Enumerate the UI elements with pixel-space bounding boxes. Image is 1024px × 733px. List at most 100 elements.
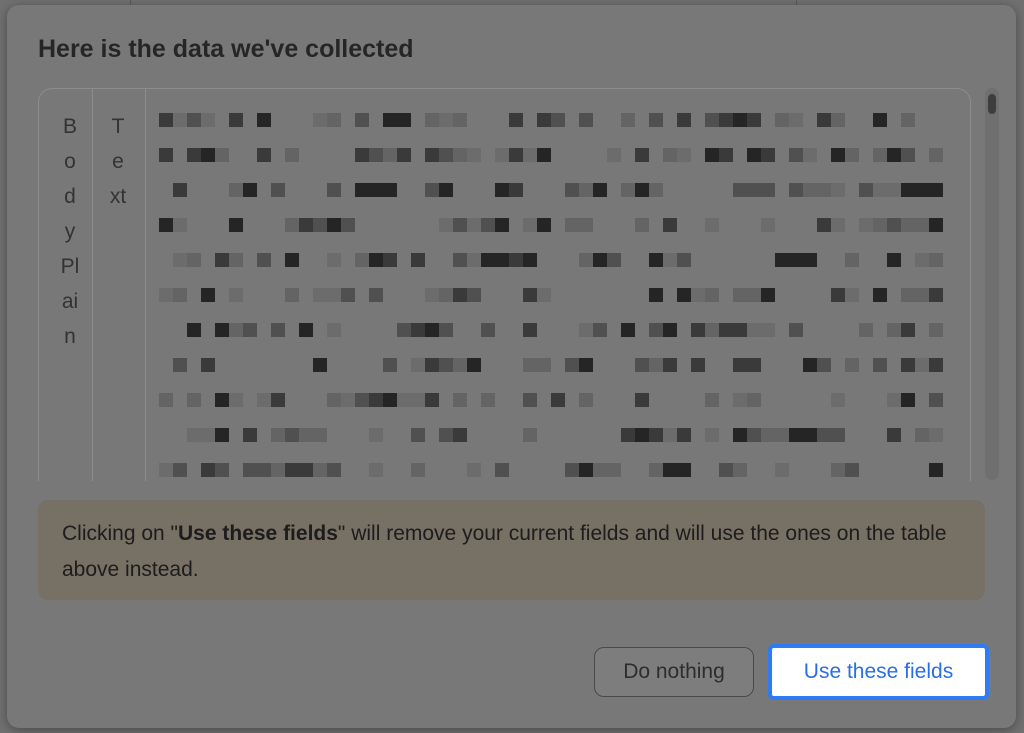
- redacted-pixel: [789, 428, 803, 442]
- redacted-pixel: [635, 148, 649, 162]
- redacted-pixel: [243, 183, 257, 197]
- redacted-pixel: [215, 463, 229, 477]
- redacted-pixel: [817, 113, 831, 127]
- redacted-pixel: [173, 218, 187, 232]
- redacted-pixel: [439, 183, 453, 197]
- redacted-pixel: [901, 183, 915, 197]
- redacted-pixel: [215, 428, 229, 442]
- redacted-pixel: [565, 463, 579, 477]
- redacted-pixel: [593, 253, 607, 267]
- redacted-pixel: [775, 428, 789, 442]
- redacted-pixel: [159, 148, 173, 162]
- redacted-pixel: [873, 358, 887, 372]
- redacted-pixel: [537, 113, 551, 127]
- redacted-pixel: [425, 183, 439, 197]
- redacted-pixel: [607, 253, 621, 267]
- collected-data-dialog: Here is the data we've collected B o d y…: [7, 5, 1016, 728]
- dialog-title: Here is the data we've collected: [38, 35, 414, 63]
- redacted-pixel: [817, 218, 831, 232]
- redacted-pixel: [523, 288, 537, 302]
- redacted-pixel: [439, 148, 453, 162]
- redacted-pixel: [929, 358, 943, 372]
- redacted-pixel: [523, 218, 537, 232]
- redacted-pixel: [733, 428, 747, 442]
- redacted-pixel: [915, 288, 929, 302]
- redacted-pixel: [327, 183, 341, 197]
- redacted-pixel: [705, 393, 719, 407]
- redacted-pixel: [733, 288, 747, 302]
- redacted-pixel: [313, 428, 327, 442]
- redacted-pixel: [313, 358, 327, 372]
- redacted-pixel: [887, 183, 901, 197]
- redacted-pixel: [761, 148, 775, 162]
- redacted-pixel: [579, 358, 593, 372]
- redacted-pixel: [481, 323, 495, 337]
- redacted-pixel: [369, 253, 383, 267]
- collected-data-table[interactable]: B o d y Pl ai n T e xt: [38, 88, 971, 481]
- redacted-pixel: [873, 288, 887, 302]
- redacted-pixel: [523, 323, 537, 337]
- redacted-pixel: [397, 113, 411, 127]
- redacted-pixel: [789, 113, 803, 127]
- redacted-pixel: [649, 113, 663, 127]
- redacted-pixel: [901, 323, 915, 337]
- redacted-pixel: [635, 428, 649, 442]
- redacted-pixel: [229, 113, 243, 127]
- redacted-pixel: [677, 428, 691, 442]
- redacted-pixel: [845, 463, 859, 477]
- redacted-pixel: [621, 183, 635, 197]
- redacted-pixel: [929, 148, 943, 162]
- redacted-pixel: [747, 358, 761, 372]
- redacted-pixel: [565, 183, 579, 197]
- redacted-pixel: [383, 113, 397, 127]
- redacted-pixel: [509, 113, 523, 127]
- redacted-pixel: [215, 148, 229, 162]
- redacted-pixel: [271, 463, 285, 477]
- redacted-pixel: [887, 218, 901, 232]
- redacted-pixel: [691, 288, 705, 302]
- redacted-pixel: [509, 148, 523, 162]
- redacted-pixel: [369, 428, 383, 442]
- redacted-pixel: [369, 183, 383, 197]
- redacted-pixel: [579, 218, 593, 232]
- redacted-pixel: [439, 323, 453, 337]
- use-these-fields-button[interactable]: Use these fields: [768, 644, 989, 700]
- redacted-pixel: [775, 113, 789, 127]
- redacted-pixel: [467, 288, 481, 302]
- redacted-pixel: [817, 183, 831, 197]
- redacted-pixel: [901, 288, 915, 302]
- column-char: Pl: [60, 255, 80, 278]
- redacted-pixel: [733, 463, 747, 477]
- column-divider: [92, 89, 93, 481]
- redacted-pixel: [173, 288, 187, 302]
- column-char: B: [62, 115, 77, 138]
- redacted-pixel: [215, 253, 229, 267]
- redacted-pixel: [747, 428, 761, 442]
- redacted-pixel: [901, 393, 915, 407]
- redacted-pixel: [173, 183, 187, 197]
- redacted-pixel: [593, 463, 607, 477]
- column-divider: [145, 89, 146, 481]
- redacted-pixel: [663, 358, 677, 372]
- table-scrollbar[interactable]: [985, 88, 999, 480]
- notice-emphasis: Use these fields: [178, 522, 338, 545]
- redacted-pixel: [607, 463, 621, 477]
- redacted-pixel: [215, 323, 229, 337]
- redacted-pixel: [635, 358, 649, 372]
- redacted-pixel: [453, 393, 467, 407]
- redacted-pixel: [663, 253, 677, 267]
- redacted-pixel: [887, 253, 901, 267]
- redacted-pixel: [467, 253, 481, 267]
- redacted-pixel: [733, 393, 747, 407]
- redacted-pixel: [677, 463, 691, 477]
- redacted-pixel: [467, 358, 481, 372]
- scrollbar-thumb[interactable]: [988, 94, 996, 114]
- redacted-pixel: [509, 183, 523, 197]
- redacted-pixel: [187, 113, 201, 127]
- redacted-pixel: [789, 183, 803, 197]
- redacted-pixel: [663, 463, 677, 477]
- redacted-pixel: [201, 463, 215, 477]
- do-nothing-button[interactable]: Do nothing: [594, 647, 754, 697]
- redacted-pixel: [159, 113, 173, 127]
- redacted-pixel: [901, 358, 915, 372]
